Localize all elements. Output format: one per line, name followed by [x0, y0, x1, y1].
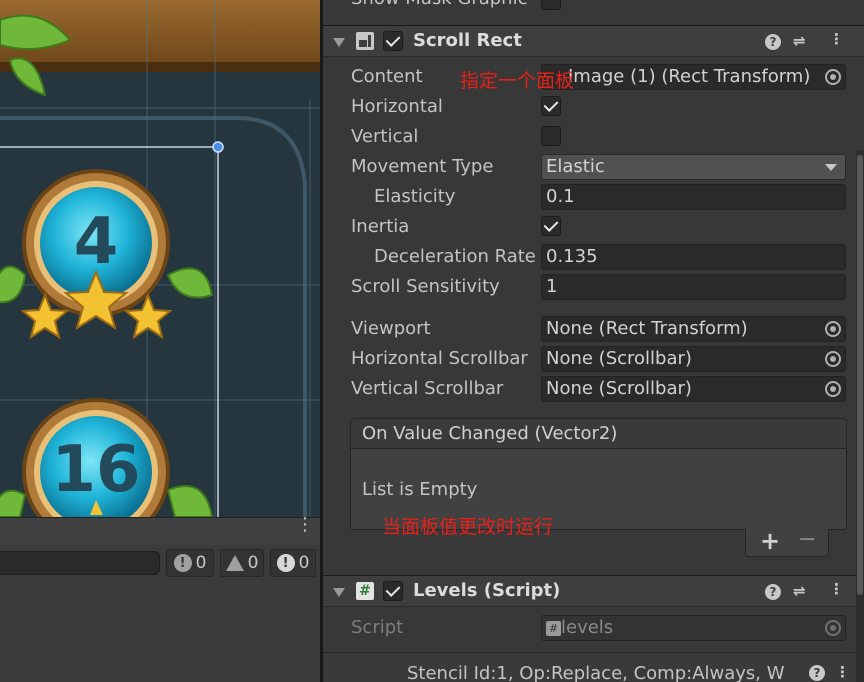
- material-footer: Stencil Id:1, Op:Replace, Comp:Always, W…: [323, 652, 864, 682]
- horizontal-scrollbar-label: Horizontal Scrollbar: [351, 348, 528, 369]
- inertia-label: Inertia: [351, 216, 410, 237]
- object-picker-icon[interactable]: [825, 620, 841, 636]
- deceleration-rate-label: Deceleration Rate: [374, 246, 536, 267]
- annotation-content: 指定一个面板: [460, 70, 575, 92]
- component-menu-icon[interactable]: ⋮: [829, 30, 844, 48]
- movement-type-label: Movement Type: [351, 156, 494, 177]
- vertical-scrollbar-field[interactable]: None (Scrollbar): [541, 376, 846, 402]
- movement-type-value: Elastic: [546, 156, 605, 177]
- content-label: Content: [351, 66, 423, 87]
- levels-enabled-checkbox[interactable]: [383, 581, 403, 601]
- viewport-field[interactable]: None (Rect Transform): [541, 316, 846, 342]
- scroll-rect-header[interactable]: Scroll Rect ? ⇌ ⋮: [323, 25, 864, 57]
- stencil-info-text: Stencil Id:1, Op:Replace, Comp:Always, W: [407, 663, 785, 682]
- info-count: 0: [195, 553, 207, 573]
- script-value: levels: [561, 617, 614, 638]
- script-label: Script: [351, 617, 404, 638]
- dropdown-arrow-icon: [825, 164, 837, 171]
- horizontal-scrollbar-value: None (Scrollbar): [546, 348, 692, 369]
- scene-view[interactable]: 4 16: [0, 0, 320, 517]
- presets-icon[interactable]: ⇌: [793, 32, 806, 50]
- rect-handle: [212, 141, 224, 153]
- script-icon: #: [356, 582, 374, 600]
- levels-script-header[interactable]: # Levels (Script) ? ⇌ ⋮: [323, 575, 864, 607]
- object-picker-icon[interactable]: [825, 351, 841, 367]
- vertical-scrollbar-value: None (Scrollbar): [546, 378, 692, 399]
- annotation-event: 当面板值更改时运行: [382, 516, 554, 538]
- console-info-toggle[interactable]: ! 0: [166, 549, 214, 577]
- content-field[interactable]: Image (1) (Rect Transform): [541, 64, 846, 90]
- horizontal-label: Horizontal: [351, 96, 443, 117]
- content-value: Image (1) (Rect Transform): [568, 66, 811, 87]
- viewport-label: Viewport: [351, 318, 431, 339]
- level-number-top: 4: [73, 205, 119, 279]
- script-field[interactable]: # levels: [541, 615, 846, 641]
- console-error-toggle[interactable]: ! 0: [270, 549, 316, 577]
- console-warn-toggle[interactable]: 0: [220, 549, 264, 577]
- scroll-rect-enabled-checkbox[interactable]: [383, 31, 403, 51]
- error-icon: !: [276, 554, 295, 572]
- event-empty-text: List is Empty: [362, 479, 478, 500]
- viewport-value: None (Rect Transform): [546, 318, 748, 339]
- elasticity-label: Elasticity: [374, 186, 456, 207]
- level-number-bottom: 16: [51, 433, 141, 507]
- movement-type-dropdown[interactable]: Elastic: [541, 154, 846, 180]
- vertical-checkbox[interactable]: [541, 126, 561, 146]
- error-count: 0: [298, 553, 310, 573]
- inertia-checkbox[interactable]: [541, 216, 561, 236]
- elasticity-input[interactable]: 0.1: [541, 184, 846, 210]
- event-footer: + −: [745, 527, 829, 557]
- add-event-button[interactable]: +: [760, 527, 780, 555]
- kebab-menu-icon[interactable]: ⋮: [296, 516, 314, 534]
- warning-icon: [225, 555, 244, 571]
- help-icon[interactable]: ?: [809, 665, 825, 681]
- presets-icon[interactable]: ⇌: [793, 582, 806, 600]
- console-search-input[interactable]: [0, 551, 160, 575]
- horizontal-checkbox[interactable]: [541, 96, 561, 116]
- deceleration-rate-input[interactable]: 0.135: [541, 244, 846, 270]
- scroll-sensitivity-label: Scroll Sensitivity: [351, 276, 500, 297]
- object-picker-icon[interactable]: [825, 321, 841, 337]
- vertical-scrollbar-label: Vertical Scrollbar: [351, 378, 504, 399]
- inspector-scrollbar-thumb[interactable]: [857, 155, 863, 595]
- component-menu-icon[interactable]: ⋮: [829, 580, 844, 598]
- show-mask-graphic-label: Show Mask Graphic: [351, 0, 527, 9]
- foldout-arrow-icon[interactable]: [333, 38, 345, 47]
- horizontal-scrollbar-field[interactable]: None (Scrollbar): [541, 346, 846, 372]
- help-icon[interactable]: ?: [765, 34, 781, 50]
- component-menu-icon[interactable]: ⋮: [835, 663, 850, 681]
- scroll-sensitivity-input[interactable]: 1: [541, 274, 846, 300]
- foldout-arrow-icon[interactable]: [333, 588, 345, 597]
- levels-title: Levels (Script): [413, 580, 561, 601]
- info-icon: !: [173, 554, 192, 572]
- scroll-rect-component-icon: [356, 32, 374, 50]
- object-picker-icon[interactable]: [825, 381, 841, 397]
- help-icon[interactable]: ?: [765, 584, 781, 600]
- vertical-label: Vertical: [351, 126, 419, 147]
- show-mask-graphic-checkbox[interactable]: [541, 0, 561, 10]
- script-file-icon: #: [546, 620, 561, 636]
- warn-count: 0: [247, 553, 259, 573]
- object-picker-icon[interactable]: [825, 69, 841, 85]
- remove-event-button[interactable]: −: [798, 527, 816, 552]
- event-title: On Value Changed (Vector2): [362, 423, 618, 444]
- console-toolbar: ⋮: [0, 516, 320, 545]
- scroll-rect-title: Scroll Rect: [413, 30, 522, 51]
